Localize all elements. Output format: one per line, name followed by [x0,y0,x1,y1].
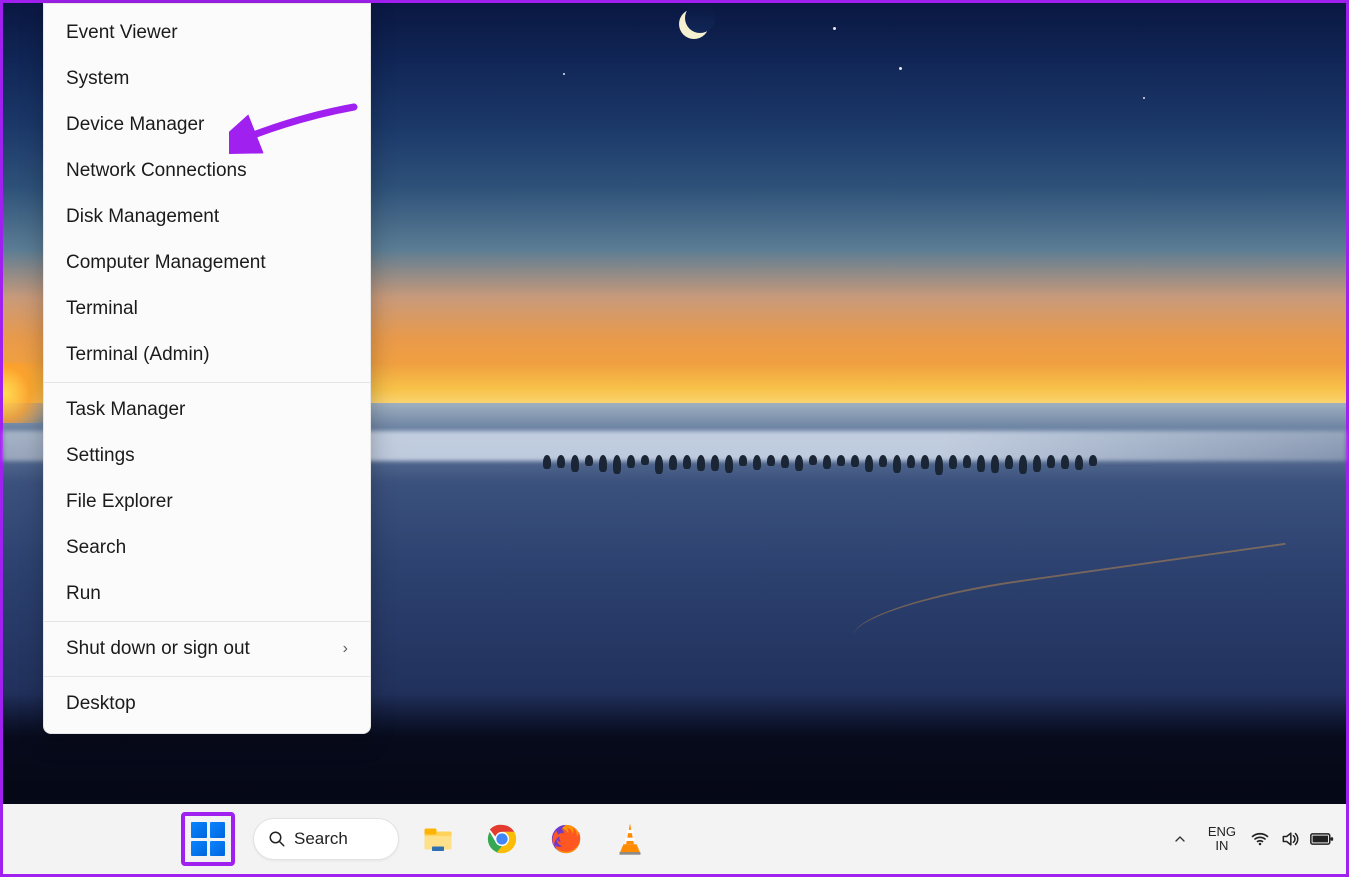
wifi-icon [1250,829,1270,849]
taskbar-pinned-apps [419,818,649,860]
menu-item-label: Disk Management [66,206,219,228]
menu-item-label: Device Manager [66,114,204,136]
vlc-icon [614,822,646,856]
menu-separator [44,621,370,622]
menu-item-label: Terminal (Admin) [66,344,210,366]
menu-item-label: Computer Management [66,252,266,274]
system-tray: ENG IN [1166,804,1334,874]
chevron-right-icon: › [343,640,348,658]
menu-item-computer-management[interactable]: Computer Management [44,240,370,286]
menu-item-label: Terminal [66,298,138,320]
menu-item-file-explorer[interactable]: File Explorer [44,479,370,525]
taskbar: Search ENG IN [3,804,1346,874]
tray-status-icons[interactable] [1250,829,1334,849]
wallpaper-treeline [543,455,1163,473]
menu-item-network-connections[interactable]: Network Connections [44,148,370,194]
chrome-icon [485,822,519,856]
volume-icon [1280,829,1300,849]
menu-item-event-viewer[interactable]: Event Viewer [44,10,370,56]
moon-icon [679,9,709,39]
menu-item-label: Shut down or sign out [66,638,250,660]
taskbar-app-file-explorer[interactable] [419,820,457,858]
menu-item-label: Run [66,583,101,605]
star-icon [1143,97,1145,99]
menu-item-device-manager[interactable]: Device Manager [44,102,370,148]
chevron-up-icon [1172,831,1188,847]
star-icon [833,27,836,30]
search-icon [268,830,286,848]
menu-item-shut-down-or-sign-out[interactable]: Shut down or sign out › [44,626,370,672]
menu-item-label: Desktop [66,693,136,715]
taskbar-app-vlc[interactable] [611,820,649,858]
menu-item-label: Task Manager [66,399,185,421]
menu-item-system[interactable]: System [44,56,370,102]
language-line1: ENG [1208,825,1236,839]
battery-icon [1310,829,1334,849]
menu-item-task-manager[interactable]: Task Manager [44,387,370,433]
menu-item-terminal-admin[interactable]: Terminal (Admin) [44,332,370,378]
taskbar-search[interactable]: Search [253,818,399,860]
menu-item-disk-management[interactable]: Disk Management [44,194,370,240]
star-icon [899,67,902,70]
menu-item-label: Network Connections [66,160,247,182]
menu-item-label: Event Viewer [66,22,178,44]
file-explorer-icon [420,821,456,857]
menu-separator [44,382,370,383]
menu-separator [44,676,370,677]
menu-item-label: System [66,68,129,90]
tray-overflow-button[interactable] [1166,825,1194,853]
language-line2: IN [1208,839,1236,853]
language-indicator[interactable]: ENG IN [1208,825,1236,853]
menu-item-desktop[interactable]: Desktop [44,681,370,727]
menu-item-search[interactable]: Search [44,525,370,571]
menu-item-settings[interactable]: Settings [44,433,370,479]
taskbar-app-firefox[interactable] [547,820,585,858]
start-button[interactable] [191,822,225,856]
star-icon [563,73,565,75]
screenshot-frame: Event Viewer System Device Manager Network … [0,0,1349,877]
menu-item-terminal[interactable]: Terminal [44,286,370,332]
menu-item-run[interactable]: Run [44,571,370,617]
menu-item-label: Settings [66,445,135,467]
menu-item-label: Search [66,537,126,559]
winx-context-menu: Event Viewer System Device Manager Network … [43,3,371,734]
taskbar-app-chrome[interactable] [483,820,521,858]
firefox-icon [549,822,583,856]
taskbar-search-label: Search [294,829,348,849]
menu-item-label: File Explorer [66,491,173,513]
start-button-highlight [181,812,235,866]
